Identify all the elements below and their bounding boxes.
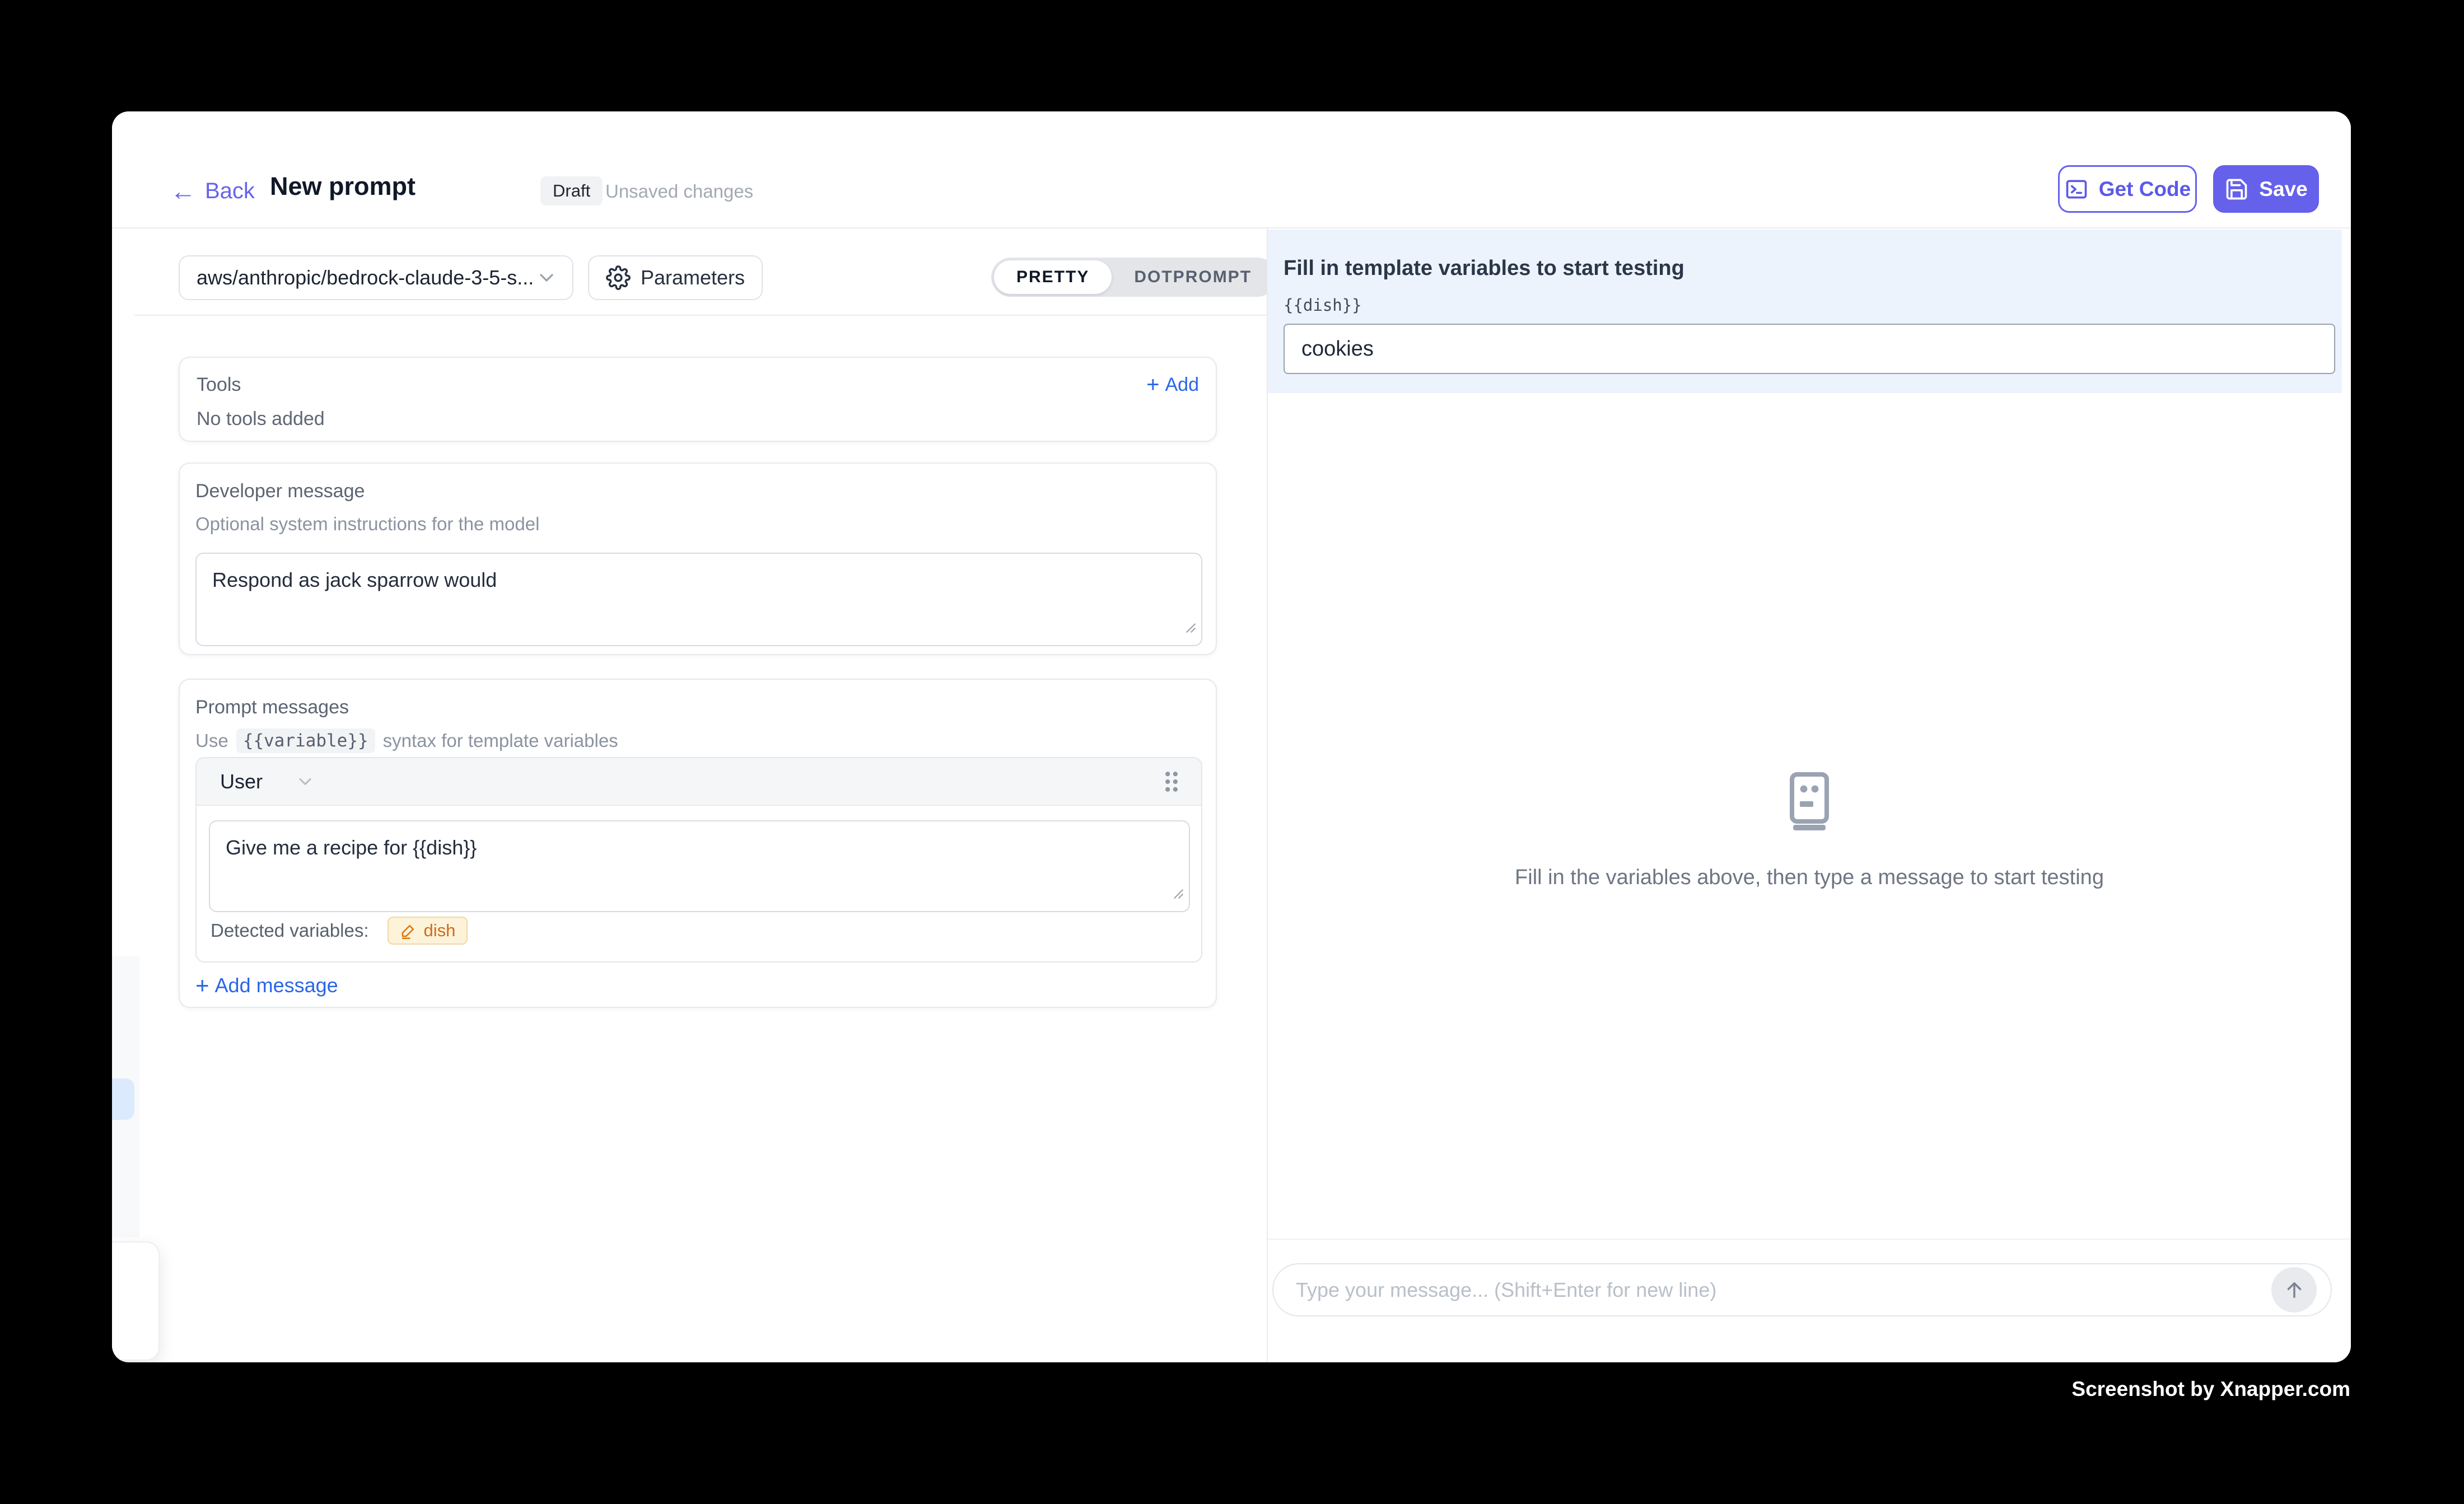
- parameters-button[interactable]: Parameters: [588, 255, 763, 300]
- save-floppy-icon: [2224, 177, 2249, 202]
- message-value: Give me a recipe for {{dish}}: [226, 836, 477, 859]
- sidebar-popover: [112, 1241, 160, 1361]
- message-role-select[interactable]: User: [220, 770, 315, 793]
- add-message-button[interactable]: + Add message: [195, 974, 338, 997]
- toggle-dotprompt[interactable]: DOTPROMPT: [1112, 260, 1274, 294]
- variable-value-input[interactable]: [1284, 324, 2335, 374]
- model-select-value: aws/anthropic/bedrock-claude-3-5-s...: [197, 266, 534, 289]
- message-header: User: [197, 758, 1201, 806]
- model-select[interactable]: aws/anthropic/bedrock-claude-3-5-s...: [179, 255, 573, 300]
- resize-handle-icon[interactable]: [1170, 880, 1184, 907]
- back-label: Back: [205, 179, 255, 204]
- back-button[interactable]: ← Back: [170, 174, 255, 208]
- watermark: Screenshot by Xnapper.com: [2071, 1377, 2350, 1401]
- plus-icon: +: [195, 974, 209, 997]
- view-toggle: PRETTY DOTPROMPT: [991, 258, 1277, 297]
- message-block: User Give me a recipe for {{dish}}: [195, 757, 1202, 963]
- test-panel-heading: Fill in template variables to start test…: [1284, 256, 1684, 281]
- chat-message-input[interactable]: [1272, 1263, 2332, 1316]
- messages-card-hint: Use {{variable}} syntax for template var…: [195, 728, 1200, 753]
- pencil-icon: [400, 922, 417, 939]
- developer-card-title: Developer message: [195, 480, 1200, 502]
- drag-handle-icon[interactable]: [1162, 769, 1181, 794]
- developer-message-card: Developer message Optional system instru…: [179, 463, 1217, 655]
- hint-code: {{variable}}: [236, 728, 375, 753]
- prompt-messages-card: Prompt messages Use {{variable}} syntax …: [179, 679, 1217, 1008]
- message-role-value: User: [220, 770, 263, 793]
- messages-card-title: Prompt messages: [195, 697, 1200, 718]
- arrow-up-icon: [2283, 1278, 2306, 1302]
- tools-card-title: Tools: [197, 374, 241, 396]
- chat-empty-state: Fill in the variables above, then type a…: [1268, 772, 2351, 890]
- add-tool-button[interactable]: + Add: [1146, 373, 1199, 396]
- app-window: ← Back New prompt Draft Unsaved changes …: [112, 111, 2351, 1362]
- save-button[interactable]: Save: [2213, 165, 2319, 213]
- detected-variables-row: Detected variables: dish: [211, 917, 468, 945]
- save-label: Save: [2259, 178, 2307, 201]
- add-message-label: Add message: [215, 974, 338, 997]
- toolbar-divider: [134, 315, 1267, 316]
- parameters-label: Parameters: [641, 266, 745, 289]
- chevron-down-icon: [295, 772, 315, 792]
- hint-suffix: syntax for template variables: [383, 730, 618, 751]
- unsaved-changes-label: Unsaved changes: [605, 181, 753, 202]
- test-variables-panel: Fill in template variables to start test…: [1268, 230, 2342, 393]
- chat-empty-text: Fill in the variables above, then type a…: [1268, 866, 2351, 890]
- variable-chip-dish[interactable]: dish: [388, 917, 468, 945]
- send-button[interactable]: [2271, 1267, 2317, 1313]
- developer-message-value: Respond as jack sparrow would: [212, 568, 497, 591]
- developer-card-subtitle: Optional system instructions for the mod…: [195, 513, 1200, 535]
- add-tool-label: Add: [1165, 374, 1200, 396]
- status-badge: Draft: [540, 176, 603, 205]
- toggle-pretty[interactable]: PRETTY: [994, 260, 1112, 294]
- get-code-label: Get Code: [2099, 178, 2191, 201]
- variable-chip-label: dish: [423, 921, 455, 941]
- developer-message-textarea[interactable]: Respond as jack sparrow would: [195, 553, 1202, 646]
- get-code-button[interactable]: Get Code: [2058, 165, 2197, 213]
- plus-icon: +: [1146, 373, 1159, 396]
- tools-card: Tools + Add No tools added: [179, 357, 1217, 442]
- gear-icon: [606, 265, 631, 290]
- message-textarea[interactable]: Give me a recipe for {{dish}}: [209, 820, 1190, 912]
- page-title: New prompt: [270, 172, 416, 201]
- chat-input-bar: [1268, 1239, 2351, 1362]
- tools-empty-text: No tools added: [197, 408, 1199, 430]
- hint-prefix: Use: [195, 730, 228, 751]
- detected-variables-label: Detected variables:: [211, 920, 368, 941]
- sidebar-active-item[interactable]: [112, 1078, 134, 1120]
- terminal-icon: [2064, 177, 2089, 202]
- resize-handle-icon[interactable]: [1182, 614, 1197, 641]
- chevron-down-icon: [535, 267, 558, 289]
- header: ← Back New prompt Draft Unsaved changes …: [112, 111, 2351, 228]
- test-variable-label: {{dish}}: [1284, 296, 1362, 315]
- robot-face-icon: [1783, 772, 1836, 830]
- back-arrow-icon: ←: [170, 178, 196, 204]
